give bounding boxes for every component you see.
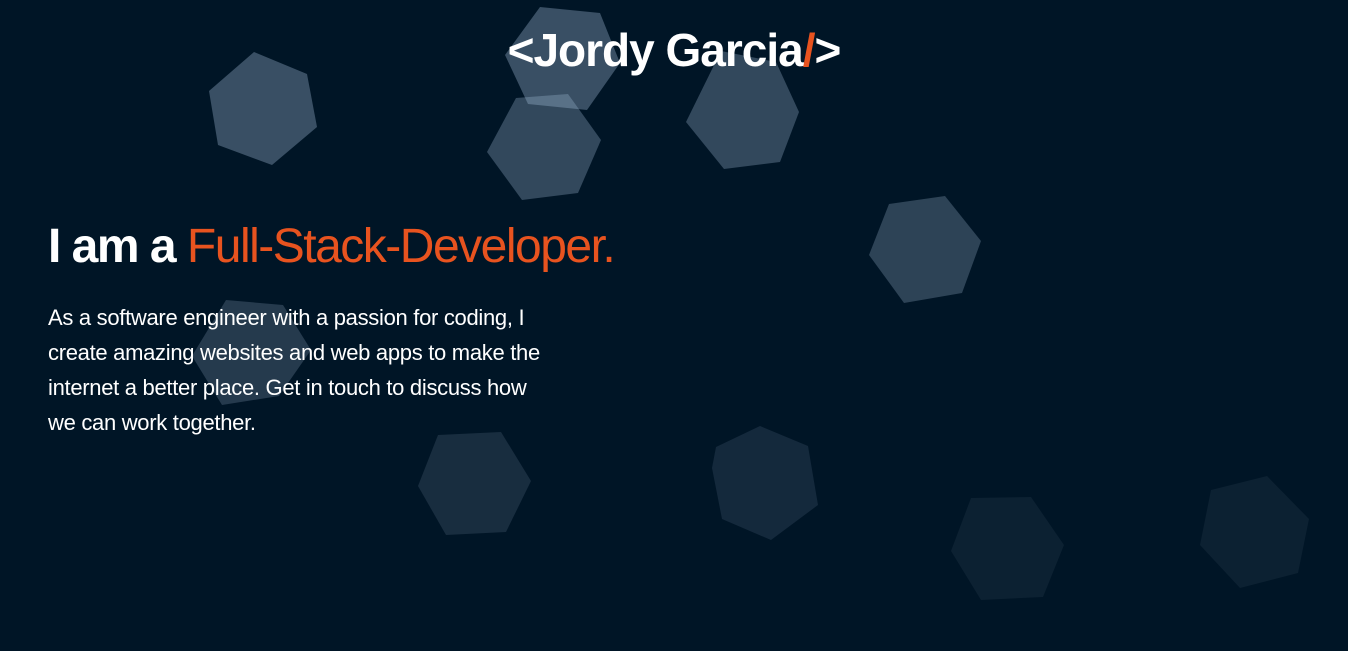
logo-slash: / bbox=[802, 24, 816, 76]
logo-open-bracket: < bbox=[507, 24, 535, 76]
hexagon-particle bbox=[1200, 476, 1309, 588]
hexagon-particle bbox=[951, 497, 1064, 600]
hero-section: I am a Full-Stack-Developer. As a softwa… bbox=[48, 214, 616, 440]
hexagon-particle bbox=[418, 432, 531, 535]
headline-role: Full-Stack-Developer. bbox=[186, 220, 616, 273]
headline-lead: I am a bbox=[48, 220, 187, 273]
landing-page: <Jordy Garcia/> I am a Full-Stack-Develo… bbox=[0, 0, 1348, 651]
hexagon-particle bbox=[712, 426, 818, 540]
hero-intro-text: As a software engineer with a passion fo… bbox=[48, 305, 540, 435]
logo-name: Jordy Garcia bbox=[533, 24, 803, 76]
hero-headline: I am a Full-Stack-Developer. bbox=[48, 214, 616, 280]
site-logo[interactable]: <Jordy Garcia/> bbox=[0, 18, 1348, 82]
hexagon-particle bbox=[869, 196, 981, 303]
logo-close-bracket: > bbox=[814, 24, 842, 76]
hexagon-particle bbox=[487, 94, 601, 200]
